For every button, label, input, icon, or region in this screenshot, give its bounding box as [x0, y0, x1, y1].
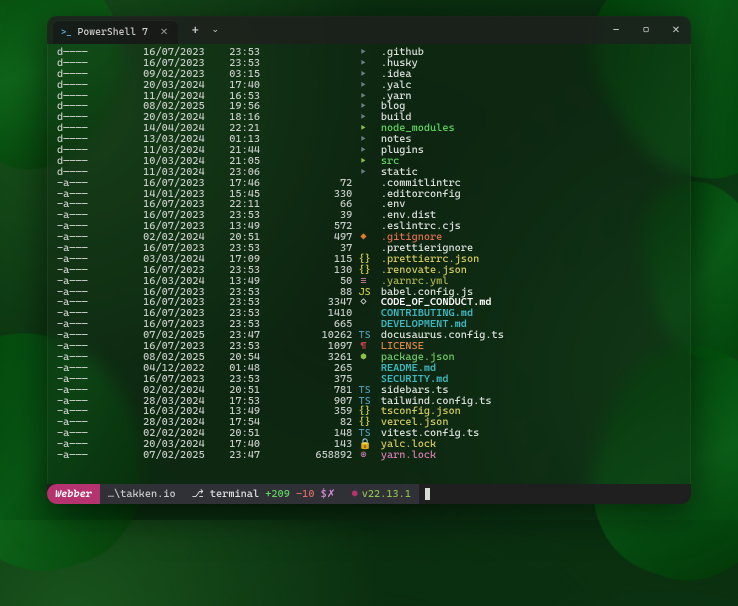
file-icon: ◇ [359, 297, 369, 308]
terminal-output[interactable]: d———— 16/07/2023 23:53 ▸ .githubd———— 16… [47, 44, 691, 484]
git-removed: -10 [296, 488, 314, 500]
file-icon: ▸ [359, 80, 369, 91]
file-icon: ≡ [359, 276, 369, 287]
window-controls: — ▢ ✕ [601, 16, 691, 44]
tab-dropdown-button[interactable]: ⌄ [206, 19, 224, 41]
file-icon: ◆ [359, 232, 369, 243]
status-path: …\takken.io [100, 484, 184, 504]
terminal-window: >_ PowerShell 7 ✕ + ⌄ — ▢ ✕ d———— 16/07/… [47, 16, 691, 504]
file-icon: ◉ [359, 450, 369, 461]
tab-powershell[interactable]: >_ PowerShell 7 ✕ [53, 20, 178, 44]
git-dirty: $✗ [321, 488, 336, 500]
branch-icon: ⎇ [192, 488, 204, 500]
tab-title: PowerShell 7 [78, 27, 148, 38]
status-node: ⬢v22.13.1 [344, 484, 419, 504]
powershell-icon: >_ [61, 28, 72, 38]
close-button[interactable]: ✕ [661, 16, 691, 44]
tab-close-icon[interactable]: ✕ [160, 27, 168, 38]
maximize-button[interactable]: ▢ [631, 16, 661, 44]
prompt-cursor [425, 488, 430, 500]
status-git: ⎇ terminal +209 -10 $✗ [184, 484, 344, 504]
file-name: yarn.lock [381, 449, 436, 461]
file-icon: TS [359, 385, 369, 396]
node-icon: ⬢ [352, 488, 358, 500]
status-user: Webber [47, 484, 100, 504]
file-icon: ▸ [359, 167, 369, 178]
listing-row: -a——— 07/02/2025 23:47 658892 ◉ yarn.loc… [57, 450, 681, 461]
minimize-button[interactable]: — [601, 16, 631, 44]
status-bar: Webber …\takken.io ⎇ terminal +209 -10 $… [47, 484, 691, 504]
file-icon: ⬢ [359, 352, 369, 363]
git-added: +209 [265, 488, 290, 500]
new-tab-button[interactable]: + [184, 19, 206, 41]
titlebar[interactable]: >_ PowerShell 7 ✕ + ⌄ — ▢ ✕ [47, 16, 691, 44]
